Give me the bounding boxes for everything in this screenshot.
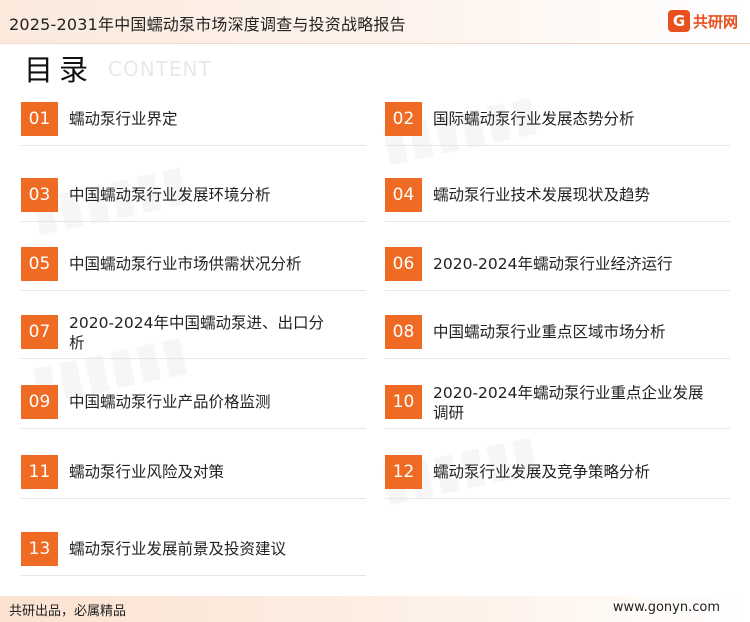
toc-item-number: 09: [21, 385, 58, 419]
toc-item-02[interactable]: 02 国际蠕动泵行业发展态势分析: [385, 102, 730, 146]
toc-item-08[interactable]: 08 中国蠕动泵行业重点区域市场分析: [385, 315, 730, 359]
toc-item-07[interactable]: 07 2020-2024年中国蠕动泵进、出口分析: [21, 314, 366, 359]
toc-item-10[interactable]: 10 2020-2024年蠕动泵行业重点企业发展调研: [385, 384, 730, 429]
divider: [21, 145, 366, 146]
toc-item-12[interactable]: 12 蠕动泵行业发展及竞争策略分析: [385, 455, 730, 499]
toc-item-11[interactable]: 11 蠕动泵行业风险及对策: [21, 455, 366, 499]
brand-mark-icon: G: [667, 10, 690, 32]
divider: [385, 221, 730, 222]
divider: [385, 358, 730, 359]
toc-item-number: 06: [385, 247, 422, 281]
toc-item-label: 2020-2024年中国蠕动泵进、出口分析: [69, 314, 324, 352]
divider: [21, 290, 366, 291]
divider: [21, 221, 366, 222]
toc-item-label: 中国蠕动泵行业重点区域市场分析: [433, 323, 666, 341]
toc-item-label: 国际蠕动泵行业发展态势分析: [433, 110, 635, 128]
toc-item-label: 中国蠕动泵行业产品价格监测: [69, 393, 271, 411]
toc-item-number: 08: [385, 315, 422, 349]
toc-title: 目录: [24, 53, 95, 87]
toc-item-label: 蠕动泵行业发展前景及投资建议: [69, 540, 287, 558]
toc-subtitle: CONTENT: [108, 57, 212, 81]
toc-item-04[interactable]: 04 蠕动泵行业技术发展现状及趋势: [385, 178, 730, 222]
toc-item-label: 蠕动泵行业发展及竞争策略分析: [433, 463, 651, 481]
divider: [385, 145, 730, 146]
report-header: 2025-2031年中国蠕动泵市场深度调查与投资战略报告 G 共研网: [0, 0, 750, 44]
toc-item-label: 蠕动泵行业界定: [69, 110, 178, 128]
toc-item-13[interactable]: 13 蠕动泵行业发展前景及投资建议: [21, 532, 366, 576]
toc-item-06[interactable]: 06 2020-2024年蠕动泵行业经济运行: [385, 247, 730, 291]
footer-slogan: 共研出品，必属精品: [9, 604, 127, 619]
toc-item-label: 蠕动泵行业技术发展现状及趋势: [433, 186, 651, 204]
divider: [385, 498, 730, 499]
divider: [385, 428, 730, 429]
toc-item-number: 12: [385, 455, 422, 489]
toc-item-number: 02: [385, 102, 422, 136]
divider: [385, 290, 730, 291]
divider: [21, 358, 366, 359]
footer-website[interactable]: www.gonyn.com: [613, 600, 720, 615]
toc-item-03[interactable]: 03 中国蠕动泵行业发展环境分析: [21, 178, 366, 222]
toc-item-09[interactable]: 09 中国蠕动泵行业产品价格监测: [21, 385, 366, 429]
toc-item-label: 蠕动泵行业风险及对策: [69, 463, 225, 481]
divider: [21, 575, 366, 576]
toc-item-number: 11: [21, 455, 58, 489]
toc-item-label: 2020-2024年蠕动泵行业重点企业发展调研: [433, 384, 704, 422]
toc-item-label: 2020-2024年蠕动泵行业经济运行: [433, 255, 673, 273]
toc-item-number: 01: [21, 102, 58, 136]
toc-item-label: 中国蠕动泵行业市场供需状况分析: [69, 255, 302, 273]
toc-item-number: 04: [385, 178, 422, 212]
brand-name: 共研网: [692, 12, 738, 31]
report-footer: 共研出品，必属精品 www.gonyn.com: [0, 596, 750, 622]
brand-logo: G 共研网: [667, 9, 738, 33]
toc-item-label: 中国蠕动泵行业发展环境分析: [69, 186, 271, 204]
report-title: 2025-2031年中国蠕动泵市场深度调查与投资战略报告: [9, 15, 406, 34]
divider: [21, 428, 366, 429]
toc-item-number: 03: [21, 178, 58, 212]
toc-item-05[interactable]: 05 中国蠕动泵行业市场供需状况分析: [21, 247, 366, 291]
toc-item-number: 07: [21, 315, 58, 349]
toc-heading: 目录 CONTENT: [24, 47, 211, 87]
toc-item-number: 05: [21, 247, 58, 281]
divider: [21, 498, 366, 499]
toc-item-number: 10: [385, 385, 422, 419]
toc-item-01[interactable]: 01 蠕动泵行业界定: [21, 102, 366, 146]
toc-item-number: 13: [21, 532, 58, 566]
